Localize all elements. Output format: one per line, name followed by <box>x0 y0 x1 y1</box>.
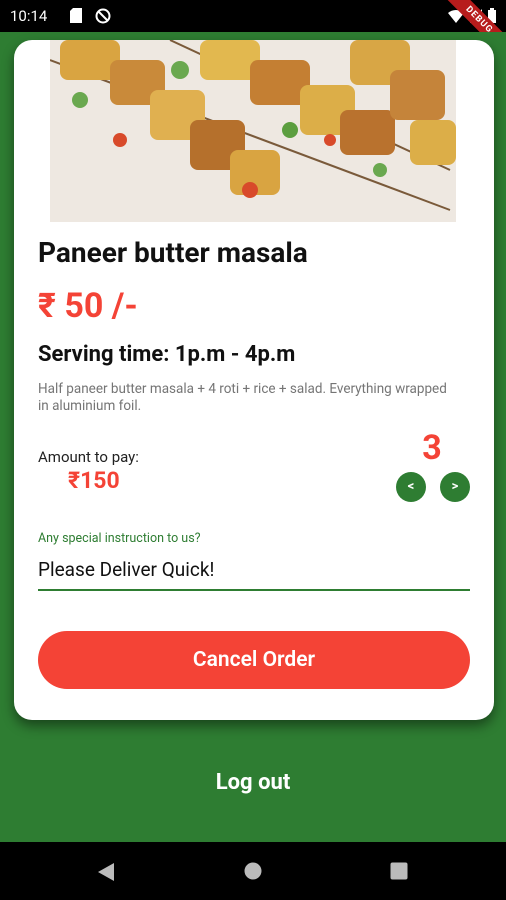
amount-value: ₹150 <box>68 467 120 494</box>
do-not-disturb-icon <box>95 8 111 28</box>
back-icon[interactable] <box>97 862 115 886</box>
order-card: Paneer butter masala ₹ 50 /- Serving tim… <box>14 40 494 720</box>
system-nav-bar <box>0 842 506 900</box>
instruction-label: Any special instruction to us? <box>38 531 201 546</box>
dish-name: Paneer butter masala <box>38 236 308 269</box>
sd-card-icon <box>70 8 82 27</box>
home-icon[interactable] <box>244 862 262 884</box>
cancel-order-button[interactable]: Cancel Order <box>38 631 470 689</box>
increment-button[interactable]: > <box>440 472 470 502</box>
food-image <box>50 40 456 222</box>
decrement-button[interactable]: < <box>396 472 426 502</box>
amount-label: Amount to pay: <box>38 448 139 466</box>
serving-time: Serving time: 1p.m - 4p.m <box>38 342 296 367</box>
instruction-input[interactable] <box>38 549 470 591</box>
status-bar: 10:14 DEBUG <box>0 0 506 65</box>
dish-description: Half paneer butter masala + 4 roti + ric… <box>38 381 447 414</box>
quantity-value: 3 <box>422 428 442 468</box>
status-time: 10:14 <box>10 7 48 25</box>
recents-icon[interactable] <box>390 862 408 884</box>
logout-button[interactable]: Log out <box>0 770 506 795</box>
dish-price: ₹ 50 /- <box>38 286 138 326</box>
